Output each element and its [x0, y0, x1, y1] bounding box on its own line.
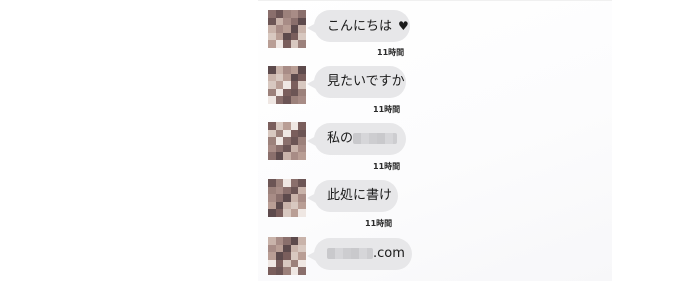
message-timestamp: 11時間: [373, 105, 401, 114]
sender-avatar[interactable]: [268, 66, 306, 104]
redacted-text: [327, 248, 373, 259]
message-bubble: 私の: [307, 123, 406, 155]
sender-avatar[interactable]: [268, 237, 306, 275]
message-bubble: こんにちは ♥: [307, 10, 410, 42]
message-bubble: 此処に書け: [307, 180, 398, 212]
sender-avatar[interactable]: [268, 179, 306, 217]
redacted-text: [353, 133, 398, 144]
sender-avatar[interactable]: [268, 122, 306, 160]
message-timestamp: 11時間: [373, 162, 401, 171]
sender-avatar[interactable]: [268, 10, 306, 48]
message-timestamp: 11時間: [377, 48, 405, 57]
message-timestamp: 11時間: [365, 219, 393, 228]
message-text: 此処に書け: [327, 188, 393, 203]
message-bubble: .com: [307, 238, 412, 270]
message-text: 私の: [327, 131, 354, 146]
message-text: こんにちは: [327, 19, 393, 34]
heart-icon: ♥: [398, 19, 409, 33]
message-text: .com: [373, 246, 405, 261]
message-text: 見たいですか: [327, 74, 405, 89]
message-bubble: 見たいですか: [307, 66, 406, 98]
